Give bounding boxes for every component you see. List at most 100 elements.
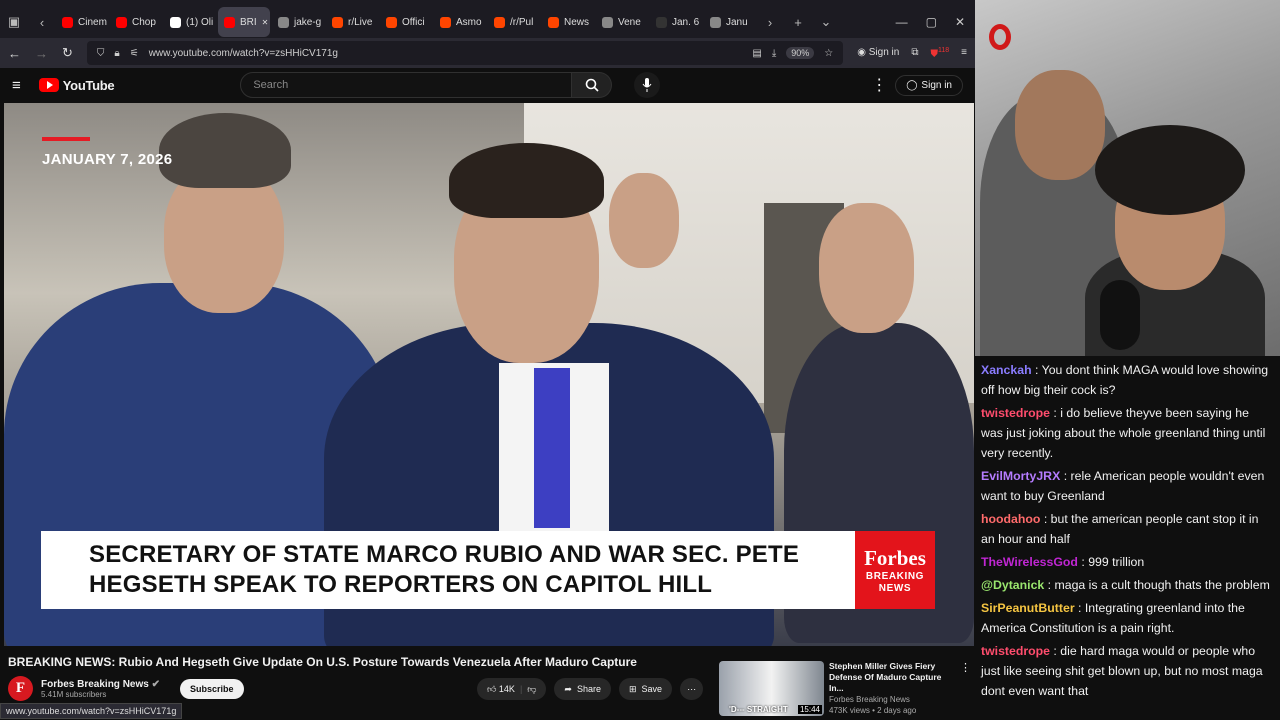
tab-4[interactable]: jake-g [272,7,324,37]
thumbnail-caption: 'D--- STRAIGHT [729,705,788,714]
new-tab-icon[interactable]: + [784,8,812,36]
chat-username[interactable]: Xanckah [981,363,1032,377]
youtube-icon [224,16,235,28]
minimize-icon[interactable]: — [896,15,908,29]
voice-search-button[interactable] [634,72,661,98]
chat-separator: : [1044,578,1055,592]
chat-username[interactable]: twistedrope [981,406,1050,420]
reddit-icon [332,16,343,28]
like-count: 14K [498,683,515,694]
chat-username[interactable]: twistedrope [981,644,1050,658]
tab-0[interactable]: Cinem [56,7,108,37]
tab-6[interactable]: Offici [380,7,432,37]
tab-7[interactable]: Asmo [434,7,486,37]
microphone-icon [642,78,652,92]
tab-10[interactable]: Vene [596,7,648,37]
chat-username[interactable]: TheWirelessGod [981,555,1078,569]
forward-icon[interactable]: → [35,46,48,61]
hamburger-menu-icon[interactable]: ≡ [12,77,21,94]
dislike-button[interactable]: 👎︎ [527,684,536,695]
streamer-webcam [975,0,1280,360]
thumbs-up-icon: 👍︎ [487,683,497,694]
account-sign-in[interactable]: ◉ Sign in [857,47,899,58]
tab-label: /r/Pul [510,16,534,28]
tab-8[interactable]: /r/Pul [488,7,540,37]
like-button[interactable]: 👍︎ 14K [487,684,515,695]
subscribe-button[interactable]: Subscribe [179,678,244,699]
menu-icon[interactable]: ≡ [961,47,967,58]
tab-label: News [564,16,590,28]
tab-label: Cinem [78,16,107,28]
tab-3[interactable]: BRI ✕ [218,7,270,37]
search-input[interactable]: Search [240,72,573,98]
more-options-icon[interactable]: ⋮ [871,75,887,95]
video-person-right-head [819,203,914,333]
tab-12[interactable]: Janu [704,7,756,37]
chat-separator: : [1040,512,1051,526]
youtube-icon [62,16,73,28]
date-accent-line [42,137,90,141]
reader-icon[interactable]: ▤ [752,48,761,59]
channel-name[interactable]: Forbes Breaking News ✔ [41,679,160,690]
address-bar[interactable]: ⛉ 🔒︎ ⚟ www.youtube.com/watch?v=zsHHiCV17… [86,41,844,65]
tab-1[interactable]: Chop [110,7,162,37]
reload-icon[interactable]: ↻ [62,45,73,61]
share-button[interactable]: ➦ Share [554,678,611,700]
close-tab-icon[interactable]: ✕ [262,18,269,27]
microphone-icon [1100,280,1140,350]
chat-separator: : [1074,601,1085,615]
live-chat: Xanckah : You dont think MAGA would love… [975,356,1280,720]
tab-list-chevron-down-icon[interactable]: ⌄ [812,8,840,36]
tab-5[interactable]: r/Live [326,7,378,37]
extensions-icon[interactable]: ⧉ [911,47,918,58]
sign-in-button[interactable]: ◯ Sign in [895,74,963,96]
reddit-icon [386,16,397,28]
tab-9[interactable]: News [542,7,594,37]
tab-2[interactable]: (1) Oli [164,7,216,37]
chat-message: TheWirelessGod : 999 trillion [981,552,1274,572]
channel-info: F Forbes Breaking News ✔ 5.41M subscribe… [8,676,244,701]
tab-label: (1) Oli [186,16,214,28]
video-person-center-tie [534,368,570,528]
recommended-video[interactable]: 'D--- STRAIGHT 15:44 Stephen Miller Give… [719,661,971,717]
overlay-logo-icon [989,24,1011,50]
bookmark-star-icon[interactable]: ☆ [824,48,833,59]
reddit-icon [494,16,505,28]
shield-icon: ⛉ [96,47,105,59]
scroll-tabs-right-icon[interactable]: › [756,8,784,36]
chat-username[interactable]: hoodahoo [981,512,1040,526]
chat-username[interactable]: SirPeanutButter [981,601,1075,615]
youtube-header: ≡ YouTube Search ⋮ ◯ Sign in [0,68,975,102]
tab-label: BRI [240,16,257,28]
back-icon[interactable]: ← [8,46,21,61]
scroll-tabs-left-icon[interactable]: ‹ [28,8,56,36]
lower-third-line1: SECRETARY OF STATE MARCO RUBIO AND WAR S… [89,541,800,568]
chat-username[interactable]: @Dytanick [981,578,1044,592]
ublock-icon[interactable]: ⛊118 [930,47,949,59]
search-button[interactable] [572,72,613,98]
zoom-level[interactable]: 90% [786,47,815,59]
youtube-logo[interactable]: YouTube [38,78,115,93]
more-actions-button[interactable]: ⋯ [680,678,704,700]
tab-label: Chop [132,16,156,28]
close-icon[interactable]: ✕ [955,15,965,29]
forbes-logo-text: Forbes [864,545,926,570]
chat-username[interactable]: EvilMortyJRX [981,469,1060,483]
recommended-more-icon[interactable]: ⋮ [960,661,971,717]
channel-avatar[interactable]: F [8,676,33,701]
subscriber-count: 5.41M subscribers [41,689,107,699]
youtube-play-icon [38,78,59,92]
maximize-icon[interactable]: ▢ [926,15,937,29]
ublock-badge: 118 [937,46,950,54]
video-date: JANUARY 7, 2026 [42,151,173,168]
channel-name-text: Forbes Breaking News [41,678,149,690]
recommended-title[interactable]: Stephen Miller Gives Fiery Defense Of Ma… [829,661,955,694]
tab-overview-icon[interactable]: ▣ [0,8,28,36]
video-player[interactable]: JANUARY 7, 2026 SECRETARY OF STATE MARCO… [4,103,974,646]
video-duration: 15:44 [797,705,822,714]
webcam-person-back-head [1015,70,1105,180]
tab-11[interactable]: Jan. 6 [650,7,702,37]
download-page-icon[interactable]: ⤓ [772,48,776,59]
save-button[interactable]: ⊞ Save [619,678,673,700]
recommended-thumbnail[interactable]: 'D--- STRAIGHT 15:44 [719,661,824,716]
